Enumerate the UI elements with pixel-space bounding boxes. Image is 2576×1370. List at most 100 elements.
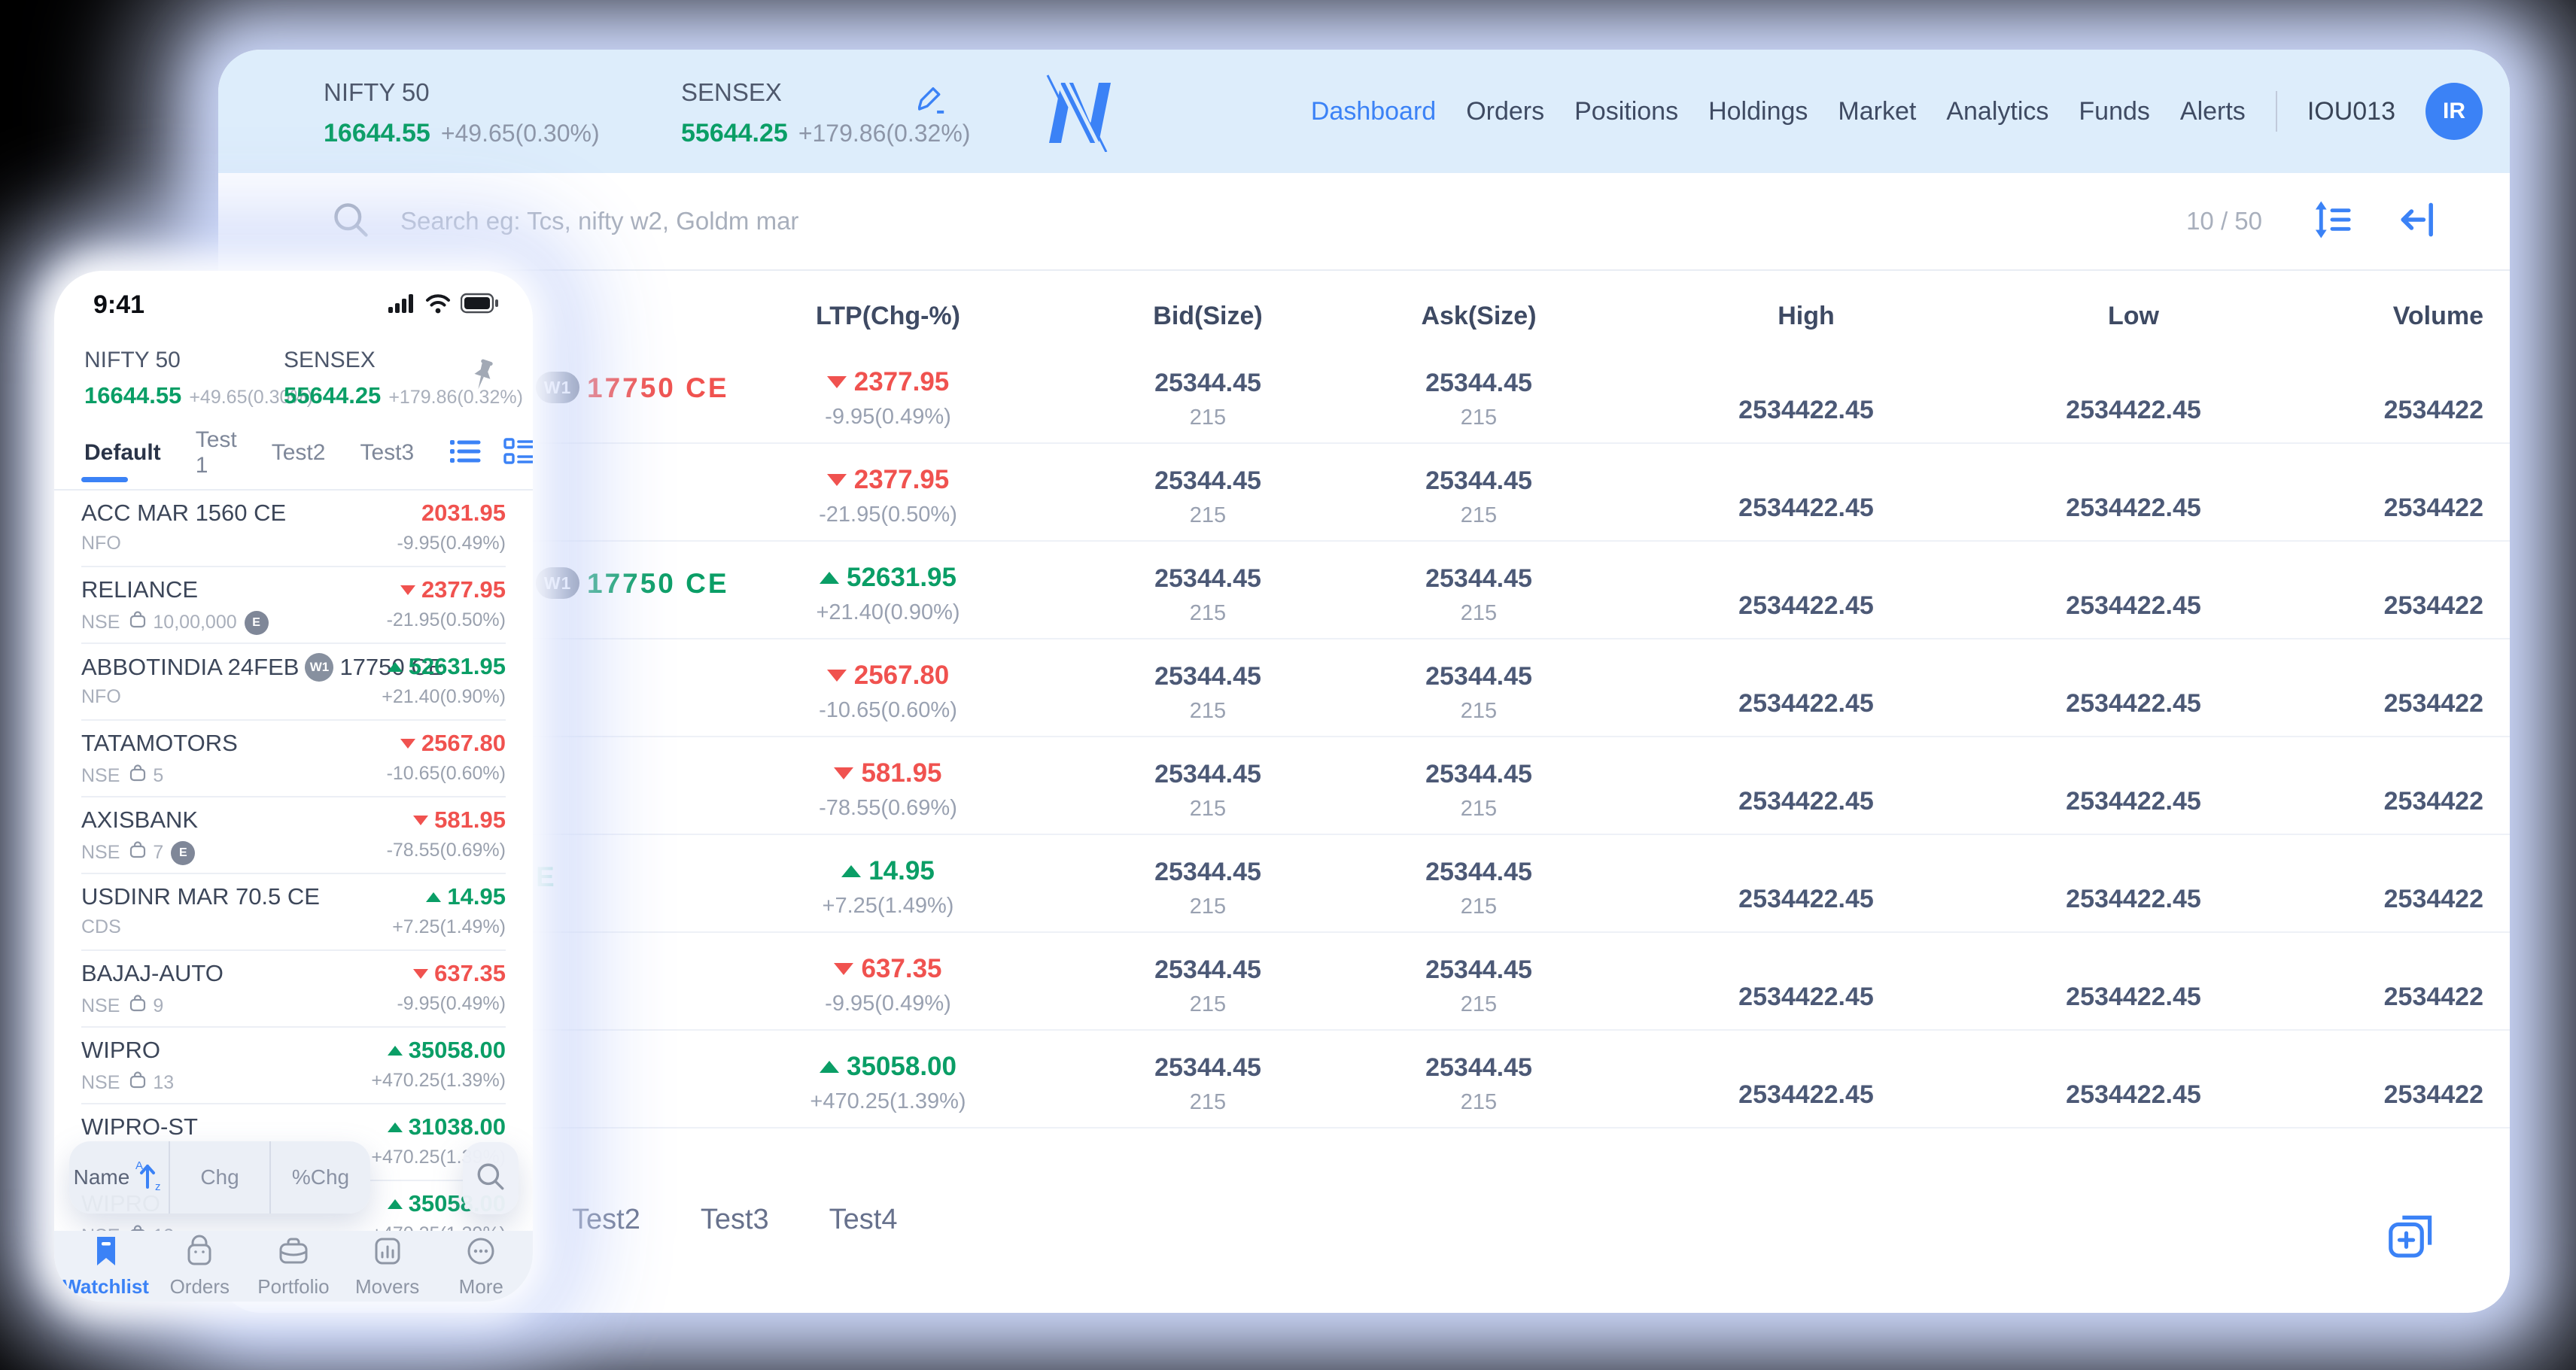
- watchlist-item[interactable]: WIPRO NSE 13 35058.00 +470.25(1.39%): [81, 1028, 506, 1104]
- volume-value: 2534422: [2383, 787, 2483, 816]
- table-row[interactable]: 2377.95 -21.95(0.50%) 25344.45 215 25344…: [218, 444, 2510, 542]
- sort-by-pct-chg[interactable]: %Chg: [271, 1141, 370, 1214]
- low-value: 2534422.45: [2066, 494, 2201, 522]
- holding-qty: 9: [127, 993, 163, 1019]
- ask-cell: 25344.45 215: [1317, 542, 1641, 638]
- instrument-meta: NSE 13: [81, 1223, 174, 1231]
- tab-test2[interactable]: Test2: [572, 1204, 640, 1236]
- edit-indices-icon[interactable]: [911, 80, 950, 123]
- watchlist-item[interactable]: BAJAJ-AUTO NSE 9 637.35 -9.95(0.49%): [81, 951, 506, 1028]
- watchlist-item[interactable]: AXISBANK NSE 7 E 581.95 -78.55(0.69%): [81, 797, 506, 874]
- index-name: NIFTY 50: [84, 348, 181, 372]
- instrument-meta: NSE 5: [81, 763, 163, 789]
- tab-test2[interactable]: Test2: [272, 440, 326, 466]
- low-value: 2534422.45: [2066, 1080, 2201, 1109]
- add-watchlist-icon[interactable]: [2385, 1211, 2438, 1265]
- instrument-name: USDINR MAR 70.5 CE: [81, 883, 320, 910]
- nav-item-orders[interactable]: Orders: [1466, 97, 1544, 126]
- trend-arrow-icon: [841, 865, 862, 877]
- ask-size: 215: [1460, 601, 1498, 625]
- trend-arrow-icon: [387, 1198, 403, 1209]
- sort-name-label: Name: [73, 1165, 130, 1189]
- holding-qty: 13: [127, 1223, 174, 1231]
- exchange-label: NSE: [81, 1226, 120, 1231]
- ltp-value: 581.95: [677, 758, 1099, 788]
- bid-cell: 25344.45 215: [1099, 444, 1317, 540]
- tab-test3[interactable]: Test3: [360, 440, 414, 466]
- nav-watchlist[interactable]: Watchlist: [62, 1234, 149, 1299]
- volume-value: 2534422: [2383, 396, 2483, 424]
- nav-item-positions[interactable]: Positions: [1574, 97, 1678, 126]
- nav-item-dashboard[interactable]: Dashboard: [1311, 97, 1436, 126]
- sort-by-name[interactable]: Name Az: [69, 1141, 170, 1214]
- item-price: 2377.95: [400, 576, 506, 603]
- bag-icon: [127, 993, 148, 1019]
- trend-arrow-icon: [426, 892, 442, 902]
- bag-icon: [127, 1223, 148, 1231]
- nav-item-alerts[interactable]: Alerts: [2180, 97, 2246, 126]
- avatar[interactable]: IR: [2425, 83, 2483, 140]
- nav-item-market[interactable]: Market: [1838, 97, 1916, 126]
- bag-icon: [127, 763, 148, 789]
- nav-portfolio[interactable]: Portfolio: [251, 1234, 336, 1299]
- table-row[interactable]: W1 17750 CE 52631.95 +21.40(0.90%) 25344…: [218, 542, 2510, 639]
- item-price: 2567.80: [400, 730, 506, 757]
- item-price: 52631.95: [387, 653, 506, 680]
- watchlist-badge: W1: [305, 653, 334, 682]
- ltp-value: 35058.00: [677, 1052, 1099, 1082]
- row-height-icon[interactable]: [2312, 199, 2352, 244]
- nav-movers[interactable]: Movers: [345, 1234, 430, 1299]
- index-name: NIFTY 50: [324, 78, 430, 106]
- table-row[interactable]: 35058.00 +470.25(1.39%) 25344.45 215 253…: [218, 1031, 2510, 1129]
- sort-by-chg[interactable]: Chg: [170, 1141, 271, 1214]
- high-value: 2534422.45: [1738, 396, 1874, 424]
- tab-default[interactable]: Default: [81, 440, 161, 482]
- bookmark-icon: [90, 1234, 123, 1272]
- table-row[interactable]: W1 17750 CE 2377.95 -9.95(0.49%) 25344.4…: [218, 346, 2510, 444]
- nav-item-funds[interactable]: Funds: [2079, 97, 2150, 126]
- watchlist-item[interactable]: RELIANCE NSE 10,00,000 E 2377.95 -21.95(…: [81, 567, 506, 644]
- watchlist-item[interactable]: ABBOTINDIA 24FEB W1 17750 CE NFO 52631.95 …: [81, 644, 506, 721]
- trend-arrow-icon: [400, 585, 415, 595]
- trend-arrow-icon: [413, 968, 429, 979]
- bid-cell: 25344.45 215: [1099, 1031, 1317, 1127]
- ask-value: 25344.45: [1425, 466, 1532, 495]
- table-row[interactable]: 2567.80 -10.65(0.60%) 25344.45 215 25344…: [218, 639, 2510, 737]
- watchlist-item[interactable]: TATAMOTORS NSE 5 2567.80 -10.65(0.60%): [81, 721, 506, 797]
- nav-item-analytics[interactable]: Analytics: [1946, 97, 2048, 126]
- compact-view-icon[interactable]: [503, 436, 533, 470]
- pin-icon[interactable]: [465, 358, 498, 398]
- search-input[interactable]: [400, 207, 2187, 235]
- instrument-name: BAJAJ-AUTO: [81, 960, 224, 986]
- ask-cell: 25344.45 215: [1317, 444, 1641, 540]
- watchlist-item[interactable]: ACC MAR 1560 CE NFO 2031.95 -9.95(0.49%): [81, 491, 506, 567]
- index-change: +49.65(0.30%): [440, 120, 600, 147]
- trend-arrow-icon: [413, 815, 429, 825]
- bid-value: 25344.45: [1154, 955, 1261, 984]
- instrument-name: TATAMOTORS: [81, 730, 238, 756]
- app-logo-icon: [1046, 72, 1111, 156]
- col-ltp: LTP(Chg-%): [816, 302, 960, 330]
- tab-test3[interactable]: Test3: [701, 1204, 769, 1236]
- collapse-panel-icon[interactable]: [2398, 199, 2438, 244]
- instrument-name: RELIANCE: [81, 576, 199, 603]
- tab-test1[interactable]: Test 1: [196, 427, 237, 478]
- trend-arrow-icon: [834, 963, 854, 975]
- table-row[interactable]: 581.95 -78.55(0.69%) 25344.45 215 25344.…: [218, 737, 2510, 835]
- nav-orders[interactable]: Orders: [157, 1234, 242, 1299]
- phone-search-button[interactable]: [463, 1142, 519, 1214]
- ask-size: 215: [1460, 992, 1498, 1016]
- ltp-change: -10.65(0.60%): [819, 698, 957, 722]
- table-row[interactable]: E 14.95 +7.25(1.49%) 25344.45 215 25344.…: [218, 835, 2510, 933]
- table-row[interactable]: 637.35 -9.95(0.49%) 25344.45 215 25344.4…: [218, 933, 2510, 1031]
- tab-test4[interactable]: Test4: [829, 1204, 898, 1236]
- watchlist-badge: W1: [536, 372, 579, 403]
- low-value: 2534422.45: [2066, 591, 2201, 620]
- item-price: 14.95: [426, 883, 506, 910]
- nav-more[interactable]: More: [439, 1234, 523, 1299]
- list-view-icon[interactable]: [449, 436, 482, 470]
- nav-item-holdings[interactable]: Holdings: [1708, 97, 1808, 126]
- instrument-name: WIPRO-ST: [81, 1113, 198, 1140]
- ask-cell: 25344.45 215: [1317, 933, 1641, 1029]
- watchlist-item[interactable]: USDINR MAR 70.5 CE CDS 14.95 +7.25(1.49%…: [81, 874, 506, 951]
